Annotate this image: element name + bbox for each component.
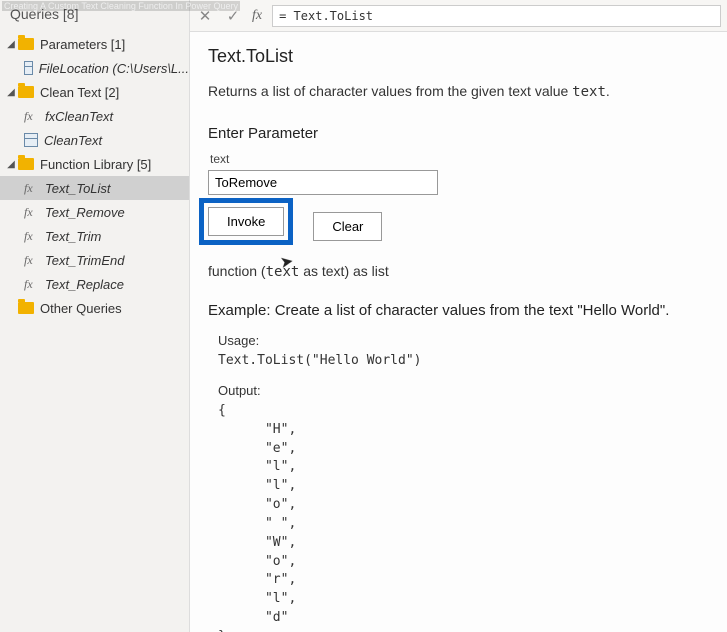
folder-icon — [18, 86, 34, 98]
function-description: Returns a list of character values from … — [208, 81, 709, 103]
desc-text: Returns a list of character values from … — [208, 83, 572, 99]
table-icon — [24, 61, 33, 75]
query-label: FileLocation (C:\Users\L... — [39, 61, 189, 76]
fx-icon: fx — [24, 205, 38, 220]
usage-code: Text.ToList("Hello World") — [218, 352, 709, 371]
queries-tree: ◢ Parameters [1] FileLocation (C:\Users\L.… — [0, 32, 189, 320]
folder-parameters-1-[interactable]: ◢ Parameters [1] — [0, 32, 189, 56]
formula-bar: ✕ ✓ fx — [190, 0, 727, 32]
folder-label: Function Library [5] — [40, 157, 151, 172]
query-item-text-trim[interactable]: fx Text_Trim — [0, 224, 189, 248]
query-item-filelocation-c-users-l-[interactable]: FileLocation (C:\Users\L... — [0, 56, 189, 80]
table-icon — [24, 133, 38, 147]
function-signature: function (text as text) as list — [208, 263, 709, 280]
query-label: Text_TrimEnd — [45, 253, 124, 268]
invoke-button[interactable]: Invoke — [208, 207, 284, 236]
caret-down-icon: ◢ — [6, 39, 16, 50]
example-heading: Example: Create a list of character valu… — [208, 302, 709, 319]
clear-button[interactable]: Clear — [313, 212, 382, 241]
query-item-fxcleantext[interactable]: fx fxCleanText — [0, 104, 189, 128]
fx-icon: fx — [252, 8, 262, 24]
fx-icon: fx — [24, 109, 38, 124]
queries-pane: Queries [8] ◢Parameters [1]FileLocation … — [0, 0, 190, 632]
desc-suffix: . — [606, 83, 610, 99]
function-doc: Text.ToList Returns a list of character … — [190, 32, 727, 632]
fx-icon: fx — [24, 277, 38, 292]
desc-code: text — [572, 84, 606, 100]
query-label: Text_Remove — [45, 205, 125, 220]
folder-label: Other Queries — [40, 301, 122, 316]
param-label: text — [210, 152, 709, 166]
sig-suffix: as text) as list — [299, 263, 388, 279]
folder-clean-text-2-[interactable]: ◢ Clean Text [2] — [0, 80, 189, 104]
fx-icon: fx — [24, 253, 38, 268]
output-code: { "H", "e", "l", "l", "o", " ", "W", "o"… — [218, 402, 709, 632]
output-label: Output: — [218, 383, 709, 398]
query-label: fxCleanText — [45, 109, 113, 124]
fx-icon: fx — [24, 229, 38, 244]
query-item-cleantext[interactable]: CleanText — [0, 128, 189, 152]
sig-param: text — [266, 264, 300, 280]
folder-other-queries[interactable]: Other Queries — [0, 296, 189, 320]
enter-parameter-heading: Enter Parameter — [208, 125, 709, 142]
main-pane: ✕ ✓ fx Text.ToList Returns a list of cha… — [190, 0, 727, 632]
folder-icon — [18, 158, 34, 170]
query-label: Text_ToList — [45, 181, 111, 196]
query-item-text-trimend[interactable]: fx Text_TrimEnd — [0, 248, 189, 272]
query-item-text-remove[interactable]: fx Text_Remove — [0, 200, 189, 224]
formula-input[interactable] — [272, 5, 721, 27]
invoke-highlight: Invoke — [199, 198, 293, 245]
video-caption: Creating A Custom Text Cleaning Function… — [2, 1, 240, 11]
sig-prefix: function ( — [208, 263, 266, 279]
usage-label: Usage: — [218, 333, 709, 348]
folder-icon — [18, 38, 34, 50]
folder-function-library-5-[interactable]: ◢ Function Library [5] — [0, 152, 189, 176]
query-label: CleanText — [44, 133, 102, 148]
caret-down-icon: ◢ — [6, 87, 16, 98]
query-item-text-tolist[interactable]: fx Text_ToList — [0, 176, 189, 200]
folder-icon — [18, 302, 34, 314]
query-item-text-replace[interactable]: fx Text_Replace — [0, 272, 189, 296]
fx-icon: fx — [24, 181, 38, 196]
caret-down-icon: ◢ — [6, 159, 16, 170]
param-text-input[interactable] — [208, 170, 438, 195]
folder-label: Parameters [1] — [40, 37, 125, 52]
query-label: Text_Replace — [45, 277, 124, 292]
function-name: Text.ToList — [208, 46, 709, 67]
folder-label: Clean Text [2] — [40, 85, 119, 100]
query-label: Text_Trim — [45, 229, 101, 244]
